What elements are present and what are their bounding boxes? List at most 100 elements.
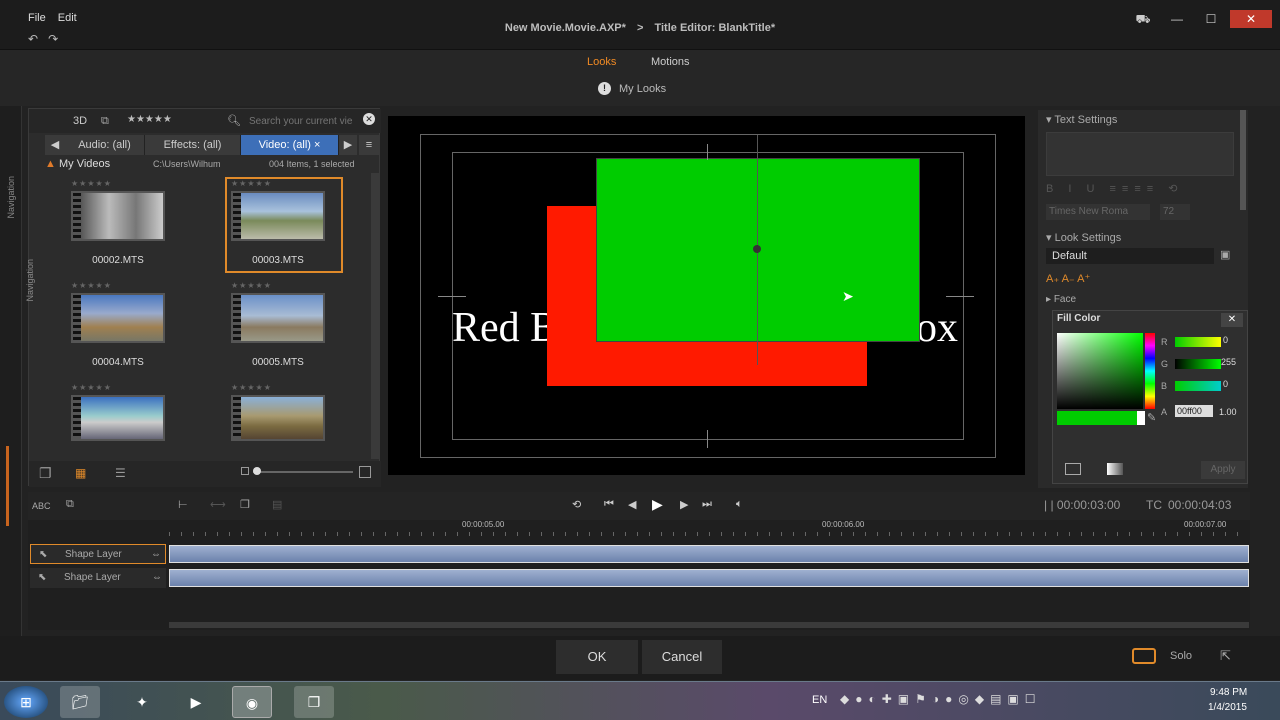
tab-audio[interactable]: Audio: (all): [65, 135, 145, 155]
align-left-icon[interactable]: ⊢: [178, 498, 188, 511]
panel-scrollbar[interactable]: [1240, 110, 1246, 210]
media-player-icon[interactable]: ▶: [176, 686, 216, 718]
ok-button[interactable]: OK: [556, 640, 638, 674]
list-item[interactable]: ★★★★★ 00004.MTS: [71, 281, 189, 381]
g-slider[interactable]: [1175, 359, 1221, 369]
rotation-handle[interactable]: [753, 245, 761, 253]
library-scrollbar[interactable]: [371, 173, 379, 459]
list-item[interactable]: ★★★★★ 00002.MTS: [71, 179, 189, 279]
color-gradient-picker[interactable]: [1057, 333, 1143, 409]
language-indicator[interactable]: EN: [812, 694, 827, 706]
font-size-select[interactable]: 72: [1160, 204, 1190, 220]
tabs-right-arrow[interactable]: ▶: [339, 135, 357, 155]
slider-handle[interactable]: [253, 467, 261, 475]
save-look-icon[interactable]: ▣: [1220, 248, 1234, 262]
shape-layer-clip[interactable]: [169, 545, 1249, 563]
clear-search-icon[interactable]: ✕: [363, 113, 375, 125]
search-icon[interactable]: 🔍︎: [227, 114, 241, 127]
b-value[interactable]: 0: [1223, 379, 1228, 389]
volume-icon[interactable]: 🔈︎: [736, 498, 743, 511]
item-rating[interactable]: ★★★★★: [231, 179, 272, 188]
title-text-left[interactable]: Red B: [452, 304, 558, 352]
apply-button[interactable]: Apply: [1201, 461, 1245, 479]
tabs-menu-icon[interactable]: ≡: [359, 135, 379, 155]
track-header[interactable]: ⬉ Shape Layer ⇔: [30, 568, 166, 588]
item-rating[interactable]: ★★★★★: [71, 281, 112, 290]
b-slider[interactable]: [1175, 381, 1221, 391]
minimize-button[interactable]: —: [1162, 10, 1192, 28]
window-icon[interactable]: ❐: [294, 686, 334, 718]
text-style-buttons[interactable]: B I U ≡≡≡≡ ⟲: [1046, 182, 1183, 195]
list-item[interactable]: ★★★★★ 00003.MTS: [231, 179, 349, 279]
clock-date[interactable]: 1/4/2015: [1208, 702, 1247, 713]
my-looks-selector[interactable]: ! My Looks: [598, 82, 666, 95]
system-tray-icons[interactable]: ◆●◐✚▣⚑◑●◎◆▤▣☐: [840, 692, 1042, 706]
item-rating[interactable]: ★★★★★: [231, 383, 272, 392]
look-settings-header[interactable]: ▾ Look Settings: [1038, 230, 1248, 246]
redo-icon[interactable]: ↷: [48, 32, 58, 46]
3d-toggle[interactable]: 3D: [73, 115, 87, 127]
title-preview-canvas[interactable]: Red B ox ➤: [388, 116, 1025, 475]
list-view-icon[interactable]: ☰: [115, 466, 126, 480]
cancel-button[interactable]: Cancel: [642, 640, 722, 674]
tab-motions[interactable]: Motions: [651, 56, 690, 68]
tab-looks[interactable]: Looks: [587, 56, 616, 68]
visibility-icon[interactable]: ⇔: [151, 545, 161, 565]
add-layer-icons[interactable]: A₊ A₋ A⁺: [1046, 272, 1090, 285]
eyedropper-icon[interactable]: ✎: [1147, 411, 1156, 424]
tab-effects[interactable]: Effects: (all): [145, 135, 241, 155]
solid-fill-icon[interactable]: [1065, 463, 1081, 475]
title-text-right[interactable]: ox: [916, 304, 958, 352]
face-header[interactable]: ▸ Face: [1038, 292, 1248, 308]
side-navigation[interactable]: Navigation: [0, 106, 22, 676]
abc-toggle[interactable]: ABC: [32, 501, 51, 511]
maximize-button[interactable]: ☐: [1196, 10, 1226, 28]
item-rating[interactable]: ★★★★★: [231, 281, 272, 290]
look-name-field[interactable]: Default: [1046, 248, 1214, 264]
clock-time[interactable]: 9:48 PM: [1210, 687, 1247, 698]
green-shape-layer[interactable]: [596, 135, 920, 365]
track-header[interactable]: ⬉ Shape Layer ⇔: [30, 544, 166, 564]
gradient-fill-icon[interactable]: [1107, 463, 1123, 475]
font-select[interactable]: Times New Roma: [1046, 204, 1150, 220]
close-icon[interactable]: ✕: [1221, 313, 1243, 327]
library-search-input[interactable]: [249, 113, 361, 129]
list-item[interactable]: ★★★★★: [71, 383, 189, 461]
timeline-scrollbar[interactable]: [169, 622, 1249, 628]
r-value[interactable]: 0: [1223, 335, 1228, 345]
copy-icon[interactable]: ❐: [240, 498, 250, 511]
item-rating[interactable]: ★★★★★: [71, 179, 112, 188]
grid-view-icon[interactable]: ▦: [75, 466, 86, 480]
text-settings-header[interactable]: ▾ Text Settings: [1038, 112, 1248, 128]
hex-input[interactable]: 00ff00: [1175, 405, 1213, 417]
zoom-large-icon[interactable]: [359, 466, 371, 478]
expand-icon[interactable]: ⇱: [1220, 648, 1231, 664]
rating-filter[interactable]: ★★★★★: [127, 114, 172, 125]
preview-toggle-icon[interactable]: [1132, 648, 1156, 664]
cart-icon[interactable]: ⛟: [1128, 10, 1158, 28]
step-forward-icon[interactable]: ▶: [680, 498, 688, 511]
folder-name[interactable]: My Videos: [59, 158, 110, 170]
link-icon[interactable]: ⟷: [210, 498, 226, 511]
skip-back-icon[interactable]: ⏮: [604, 498, 614, 511]
file-explorer-icon[interactable]: 📁︎: [60, 686, 100, 718]
thumbnail-size-slider[interactable]: [253, 471, 353, 473]
step-back-icon[interactable]: ◀: [628, 498, 636, 511]
visibility-icon[interactable]: ⇔: [152, 568, 162, 588]
zoom-small-icon[interactable]: [241, 467, 249, 475]
list-item[interactable]: ★★★★★ 00005.MTS: [231, 281, 349, 381]
list-item[interactable]: ★★★★★: [231, 383, 349, 461]
paste-icon[interactable]: ▤: [272, 498, 282, 511]
undo-icon[interactable]: ↶: [28, 32, 38, 46]
shape-layer-clip[interactable]: [169, 569, 1249, 587]
loop-icon[interactable]: ⟲: [572, 498, 581, 511]
timecode-display[interactable]: 00:00:04:03: [1168, 498, 1231, 512]
item-rating[interactable]: ★★★★★: [71, 383, 112, 392]
solo-button[interactable]: Solo: [1170, 650, 1192, 662]
alpha-value[interactable]: 1.00: [1219, 407, 1237, 417]
tabs-left-arrow[interactable]: ◀: [45, 135, 65, 155]
collection-icon[interactable]: ❐: [39, 465, 52, 482]
tab-video[interactable]: Video: (all) ×: [241, 135, 339, 155]
tag-icon[interactable]: ⧉: [101, 115, 109, 128]
layer-icon[interactable]: ⧉: [66, 498, 74, 511]
